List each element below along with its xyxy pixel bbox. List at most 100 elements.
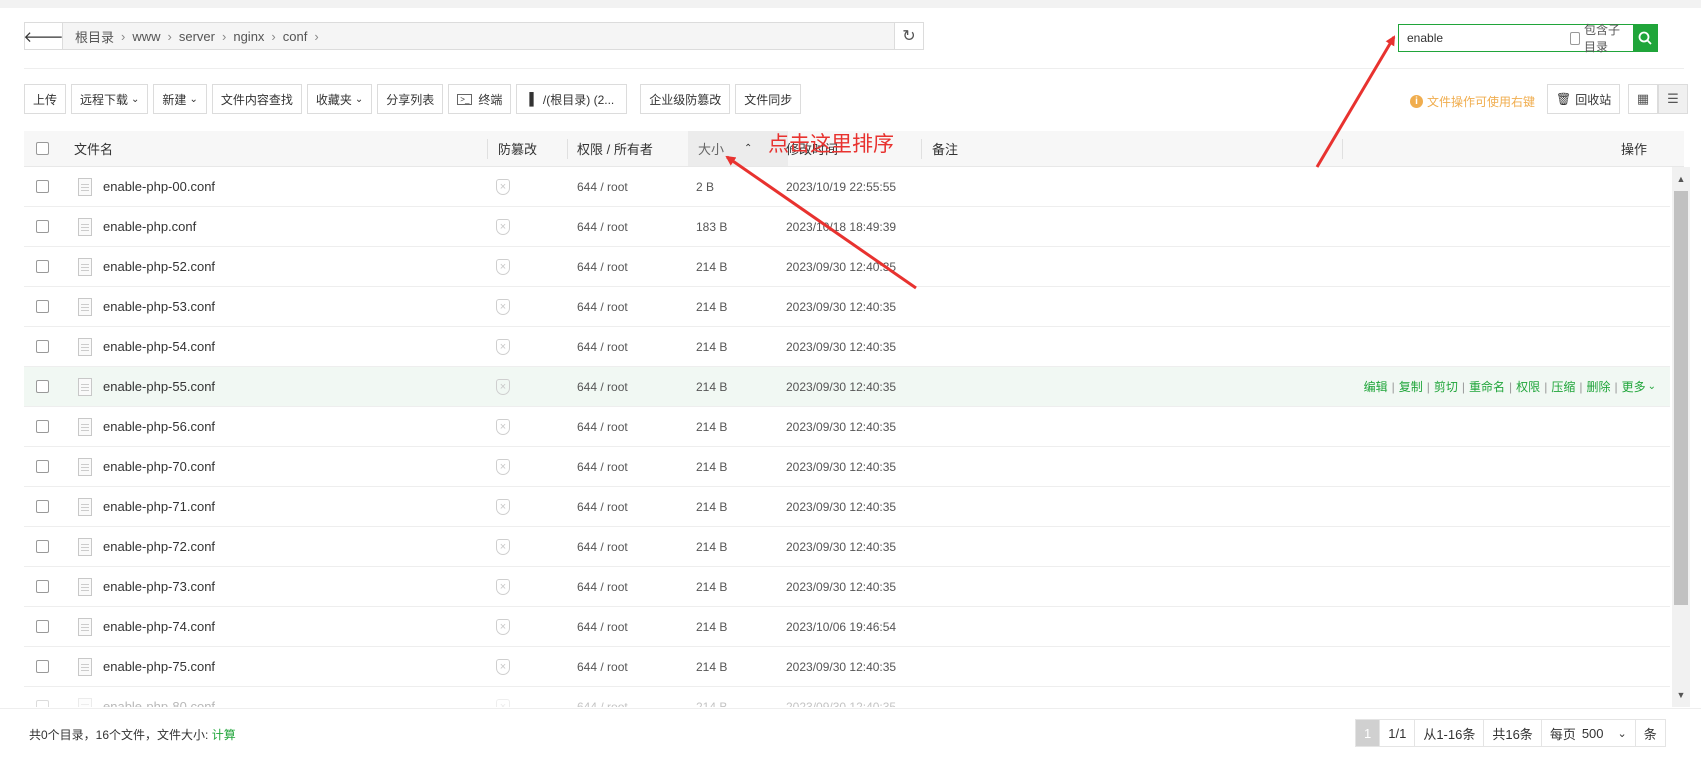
search-input[interactable] xyxy=(1399,26,1570,50)
file-name[interactable]: enable-php-71.conf xyxy=(103,487,215,526)
table-row[interactable]: enable-php-00.conf × 644 / root 2 B 2023/10/… xyxy=(24,167,1670,207)
search-button[interactable] xyxy=(1632,24,1658,52)
column-perm[interactable]: 权限 / 所有者 xyxy=(577,131,653,166)
file-name[interactable]: enable-php-80.conf xyxy=(103,687,215,707)
breadcrumb-item[interactable]: nginx xyxy=(226,29,271,44)
file-sync-button[interactable]: 文件同步 xyxy=(735,84,802,114)
file-name[interactable]: enable-php-53.conf xyxy=(103,287,215,326)
content-search-button[interactable]: 文件内容查找 xyxy=(211,84,302,114)
row-checkbox[interactable] xyxy=(36,607,53,646)
per-page-select[interactable]: 每页 500 ⌄ xyxy=(1540,719,1636,747)
file-name[interactable]: enable-php-75.conf xyxy=(103,647,215,686)
terminal-button[interactable]: >_ 终端 xyxy=(448,84,512,114)
file-name[interactable]: enable-php-74.conf xyxy=(103,607,215,646)
tamper-shield-icon[interactable]: × xyxy=(496,407,510,446)
tamper-proof-button[interactable]: 企业级防篡改 xyxy=(640,84,731,114)
row-checkbox[interactable] xyxy=(36,247,53,286)
grid-view-button[interactable]: ▦ xyxy=(1628,84,1658,114)
include-subdir-checkbox[interactable]: 包含子目录 xyxy=(1570,21,1633,55)
file-name[interactable]: enable-php-70.conf xyxy=(103,447,215,486)
row-checkbox[interactable] xyxy=(36,487,53,526)
row-checkbox[interactable] xyxy=(36,287,53,326)
row-checkbox[interactable] xyxy=(36,407,53,446)
file-perm[interactable]: 644 / root xyxy=(577,687,628,708)
tamper-shield-icon[interactable]: × xyxy=(496,487,510,526)
file-perm[interactable]: 644 / root xyxy=(577,407,628,446)
row-checkbox[interactable] xyxy=(36,327,53,366)
row-checkbox[interactable] xyxy=(36,647,53,686)
file-name[interactable]: enable-php-73.conf xyxy=(103,567,215,606)
table-row[interactable]: enable-php-70.conf × 644 / root 214 B 2023/0… xyxy=(24,447,1670,487)
row-checkbox[interactable] xyxy=(36,207,53,246)
new-button[interactable]: 新建 ⌄ xyxy=(153,84,207,114)
file-name[interactable]: enable-php-00.conf xyxy=(103,167,215,206)
row-checkbox[interactable] xyxy=(36,687,53,707)
row-checkbox[interactable] xyxy=(36,527,53,566)
scroll-down-icon[interactable]: ▼ xyxy=(1672,685,1690,705)
table-row[interactable]: enable-php-72.conf × 644 / root 214 B 2023/0… xyxy=(24,527,1670,567)
share-list-button[interactable]: 分享列表 xyxy=(377,84,444,114)
back-button[interactable]: 🡐 xyxy=(23,23,64,49)
file-perm[interactable]: 644 / root xyxy=(577,567,628,606)
row-checkbox[interactable] xyxy=(36,167,53,206)
tamper-shield-icon[interactable]: × xyxy=(496,207,510,246)
file-name[interactable]: enable-php-52.conf xyxy=(103,247,215,286)
remote-download-button[interactable]: 远程下载 ⌄ xyxy=(71,84,149,114)
scroll-thumb[interactable] xyxy=(1674,191,1688,605)
breadcrumb-item[interactable]: server xyxy=(172,29,222,44)
table-row[interactable]: enable-php.conf × 644 / root 183 B 2023/10/1… xyxy=(24,207,1670,247)
table-row[interactable]: enable-php-74.conf × 644 / root 214 B 2023/1… xyxy=(24,607,1670,647)
file-perm[interactable]: 644 / root xyxy=(577,487,628,526)
tamper-shield-icon[interactable]: × xyxy=(496,567,510,606)
favorites-button[interactable]: 收藏夹 ⌄ xyxy=(306,84,373,114)
table-row[interactable]: enable-php-52.conf × 644 / root 214 B 2023/0… xyxy=(24,247,1670,287)
disk-button[interactable]: ▌ /(根目录) (2... xyxy=(516,84,628,114)
scroll-up-icon[interactable]: ▲ xyxy=(1672,169,1690,189)
file-perm[interactable]: 644 / root xyxy=(577,287,628,326)
column-name[interactable]: 文件名 xyxy=(74,131,113,166)
breadcrumb-item[interactable]: conf xyxy=(276,29,315,44)
tamper-shield-icon[interactable]: × xyxy=(496,247,510,286)
scrollbar[interactable]: ▲ ▼ xyxy=(1672,167,1690,707)
breadcrumb-item[interactable]: 根目录 xyxy=(68,27,121,46)
tamper-shield-icon[interactable]: × xyxy=(496,327,510,366)
file-name[interactable]: enable-php-72.conf xyxy=(103,527,215,566)
table-row[interactable]: enable-php-54.conf × 644 / root 214 B 2023/0… xyxy=(24,327,1670,367)
table-row[interactable]: enable-php-71.conf × 644 / root 214 B 2023/0… xyxy=(24,487,1670,527)
file-perm[interactable]: 644 / root xyxy=(577,607,628,646)
row-checkbox[interactable] xyxy=(36,447,53,486)
list-view-button[interactable]: ☰ xyxy=(1658,84,1688,114)
file-name[interactable]: enable-php.conf xyxy=(103,207,196,246)
file-perm[interactable]: 644 / root xyxy=(577,647,628,686)
file-perm[interactable]: 644 / root xyxy=(577,167,628,206)
table-row[interactable]: enable-php-80.conf × 644 / root 214 B 2023/0… xyxy=(24,687,1670,707)
file-perm[interactable]: 644 / root xyxy=(577,527,628,566)
select-all-checkbox[interactable] xyxy=(36,131,53,166)
tamper-shield-icon[interactable]: × xyxy=(496,447,510,486)
upload-button[interactable]: 上传 xyxy=(24,84,67,114)
tamper-shield-icon[interactable]: × xyxy=(496,167,510,206)
table-row[interactable]: enable-php-73.conf × 644 / root 214 B 2023/0… xyxy=(24,567,1670,607)
row-checkbox[interactable] xyxy=(36,367,53,406)
breadcrumb-item[interactable]: www xyxy=(125,29,167,44)
row-action-link[interactable]: 剪切 xyxy=(1434,378,1458,395)
file-perm[interactable]: 644 / root xyxy=(577,207,628,246)
file-name[interactable]: enable-php-55.conf xyxy=(103,367,215,406)
row-action-link[interactable]: 压缩 xyxy=(1551,378,1575,395)
row-action-link[interactable]: 更多 xyxy=(1622,378,1646,395)
row-checkbox[interactable] xyxy=(36,567,53,606)
row-action-link[interactable]: 复制 xyxy=(1399,378,1423,395)
tamper-shield-icon[interactable]: × xyxy=(496,287,510,326)
table-row[interactable]: enable-php-75.conf × 644 / root 214 B 2023/0… xyxy=(24,647,1670,687)
page-current[interactable]: 1 xyxy=(1355,719,1381,747)
file-name[interactable]: enable-php-56.conf xyxy=(103,407,215,446)
tamper-shield-icon[interactable]: × xyxy=(496,367,510,406)
tamper-shield-icon[interactable]: × xyxy=(496,607,510,646)
refresh-button[interactable]: ↻ xyxy=(894,23,923,49)
file-perm[interactable]: 644 / root xyxy=(577,247,628,286)
calculate-link[interactable]: 计算 xyxy=(212,728,236,742)
row-action-link[interactable]: 重命名 xyxy=(1469,378,1505,395)
file-perm[interactable]: 644 / root xyxy=(577,327,628,366)
row-action-link[interactable]: 权限 xyxy=(1516,378,1540,395)
row-action-link[interactable]: 编辑 xyxy=(1364,378,1388,395)
